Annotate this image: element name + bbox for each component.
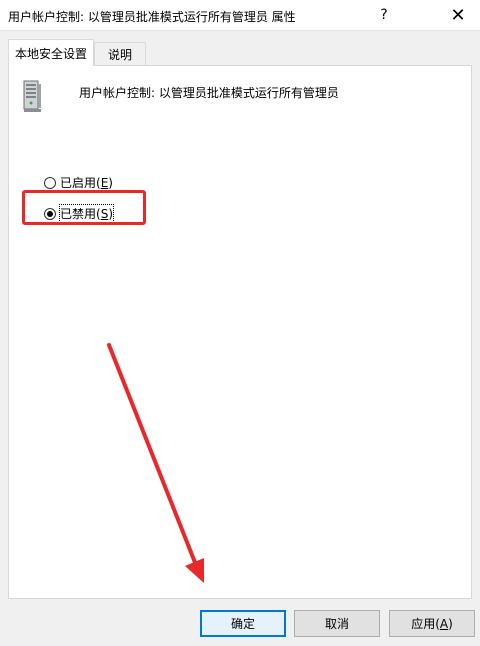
policy-name: 用户帐户控制: 以管理员批准模式运行所有管理员 — [79, 86, 339, 100]
close-icon: ✕ — [450, 4, 466, 26]
apply-button-mnemonic: A — [439, 616, 449, 631]
radio-enabled-circle[interactable] — [44, 176, 56, 189]
server-policy-icon — [21, 80, 43, 117]
cancel-button-label: 取消 — [324, 617, 349, 631]
apply-button[interactable]: 应用(A) — [389, 610, 475, 637]
window-title: 用户帐户控制: 以管理员批准模式运行所有管理员 属性 — [8, 10, 296, 24]
ok-button-label: 确定 — [230, 617, 255, 631]
radio-enabled-label[interactable]: 已启用(E) — [60, 174, 113, 191]
cancel-button[interactable]: 取消 — [294, 610, 380, 637]
annotation-highlight-box — [22, 190, 146, 225]
apply-button-suffix: ) — [448, 616, 453, 631]
tab-label: 本地安全设置 — [14, 46, 87, 61]
help-button[interactable]: ? — [362, 0, 406, 30]
tab-explain[interactable]: 说明 — [94, 42, 146, 65]
ok-button[interactable]: 确定 — [200, 610, 286, 637]
apply-button-text: 应用( — [411, 617, 440, 631]
close-button[interactable]: ✕ — [436, 0, 480, 30]
radio-enabled-suffix: ) — [108, 176, 113, 190]
help-icon: ? — [380, 7, 388, 23]
radio-enabled[interactable]: 已启用(E) — [44, 174, 113, 191]
tab-label: 说明 — [107, 47, 132, 62]
tab-local-security-setting[interactable]: 本地安全设置 — [8, 39, 94, 66]
tab-panel: 用户帐户控制: 以管理员批准模式运行所有管理员 已启用(E) 已禁用(S) — [8, 65, 472, 599]
radio-enabled-text: 已启用( — [60, 176, 101, 190]
title-bar: 用户帐户控制: 以管理员批准模式运行所有管理员 属性 ? ✕ — [0, 0, 480, 31]
